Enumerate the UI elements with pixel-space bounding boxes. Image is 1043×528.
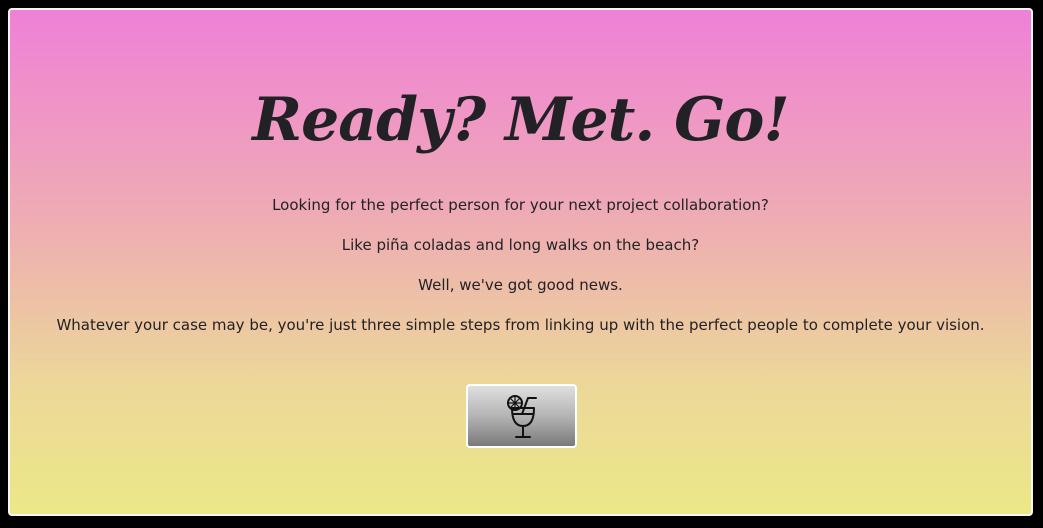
get-started-button[interactable] — [466, 384, 577, 448]
intro-line-4: Whatever your case may be, you're just t… — [56, 316, 985, 334]
hero-panel: Ready? Met. Go! Looking for the perfect … — [8, 8, 1033, 516]
page-title: Ready? Met. Go! — [252, 85, 789, 155]
intro-line-1: Looking for the perfect person for your … — [272, 196, 769, 214]
intro-line-3: Well, we've got good news. — [418, 276, 623, 294]
cocktail-icon — [504, 392, 540, 440]
intro-line-2: Like piña coladas and long walks on the … — [341, 236, 700, 254]
